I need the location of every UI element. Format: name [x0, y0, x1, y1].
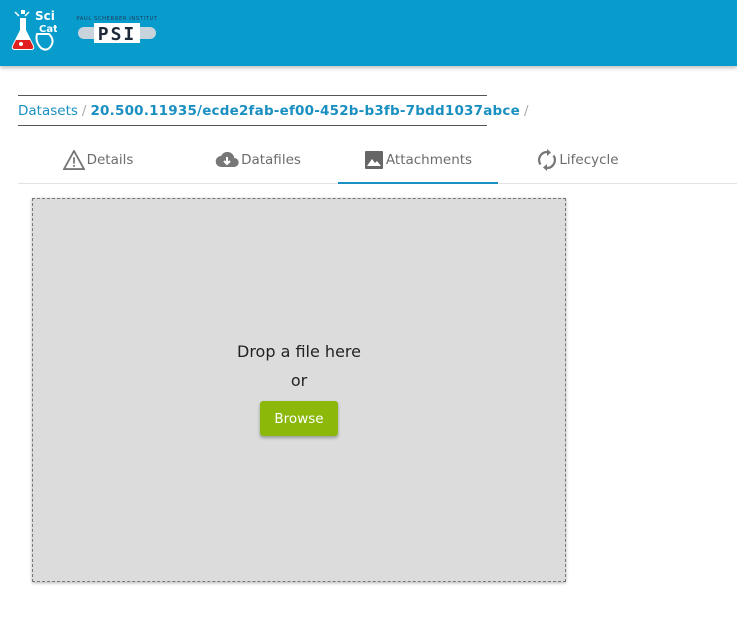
- tab-details[interactable]: Details: [18, 136, 178, 183]
- breadcrumb: Datasets / 20.500.11935/ecde2fab-ef00-45…: [18, 95, 529, 126]
- tab-attachments[interactable]: Attachments: [338, 136, 498, 184]
- image-icon: [364, 150, 384, 170]
- psi-logo-tagline: PAUL SCHERRER INSTITUT: [76, 16, 157, 22]
- scicat-logo-bottom-text: Cat: [39, 24, 57, 35]
- scicat-logo[interactable]: Sci Cat: [11, 8, 57, 52]
- breadcrumb-separator: /: [81, 102, 87, 119]
- tab-datafiles[interactable]: Datafiles: [178, 136, 338, 183]
- psi-logo[interactable]: PAUL SCHERRER INSTITUT PSI: [76, 12, 158, 46]
- or-text: or: [290, 371, 308, 390]
- drop-file-text: Drop a file here: [237, 342, 361, 361]
- browse-button[interactable]: Browse: [260, 401, 338, 436]
- dataset-tabs: Details Datafiles Attachments Lifecycle: [18, 136, 737, 184]
- file-dropzone[interactable]: Drop a file here or Browse: [32, 198, 566, 582]
- tab-label: Lifecycle: [559, 151, 619, 168]
- breadcrumb-dataset-id[interactable]: 20.500.11935/ecde2fab-ef00-452b-b3fb-7bd…: [90, 103, 520, 119]
- sync-icon: [537, 148, 557, 171]
- psi-logo-text: PSI: [98, 24, 137, 45]
- cloud-download-icon: [215, 151, 239, 169]
- scicat-logo-top-text: Sci: [35, 9, 55, 23]
- tab-lifecycle[interactable]: Lifecycle: [498, 136, 658, 183]
- top-toolbar: Sci Cat PAUL SCHERRER INSTITUT PSI: [0, 0, 737, 66]
- warning-icon: [62, 149, 85, 170]
- tab-label: Details: [86, 151, 134, 168]
- breadcrumb-trailing-separator: /: [523, 102, 529, 119]
- breadcrumb-datasets-link[interactable]: Datasets: [18, 103, 78, 119]
- tab-label: Datafiles: [241, 151, 301, 168]
- tab-label: Attachments: [385, 151, 473, 168]
